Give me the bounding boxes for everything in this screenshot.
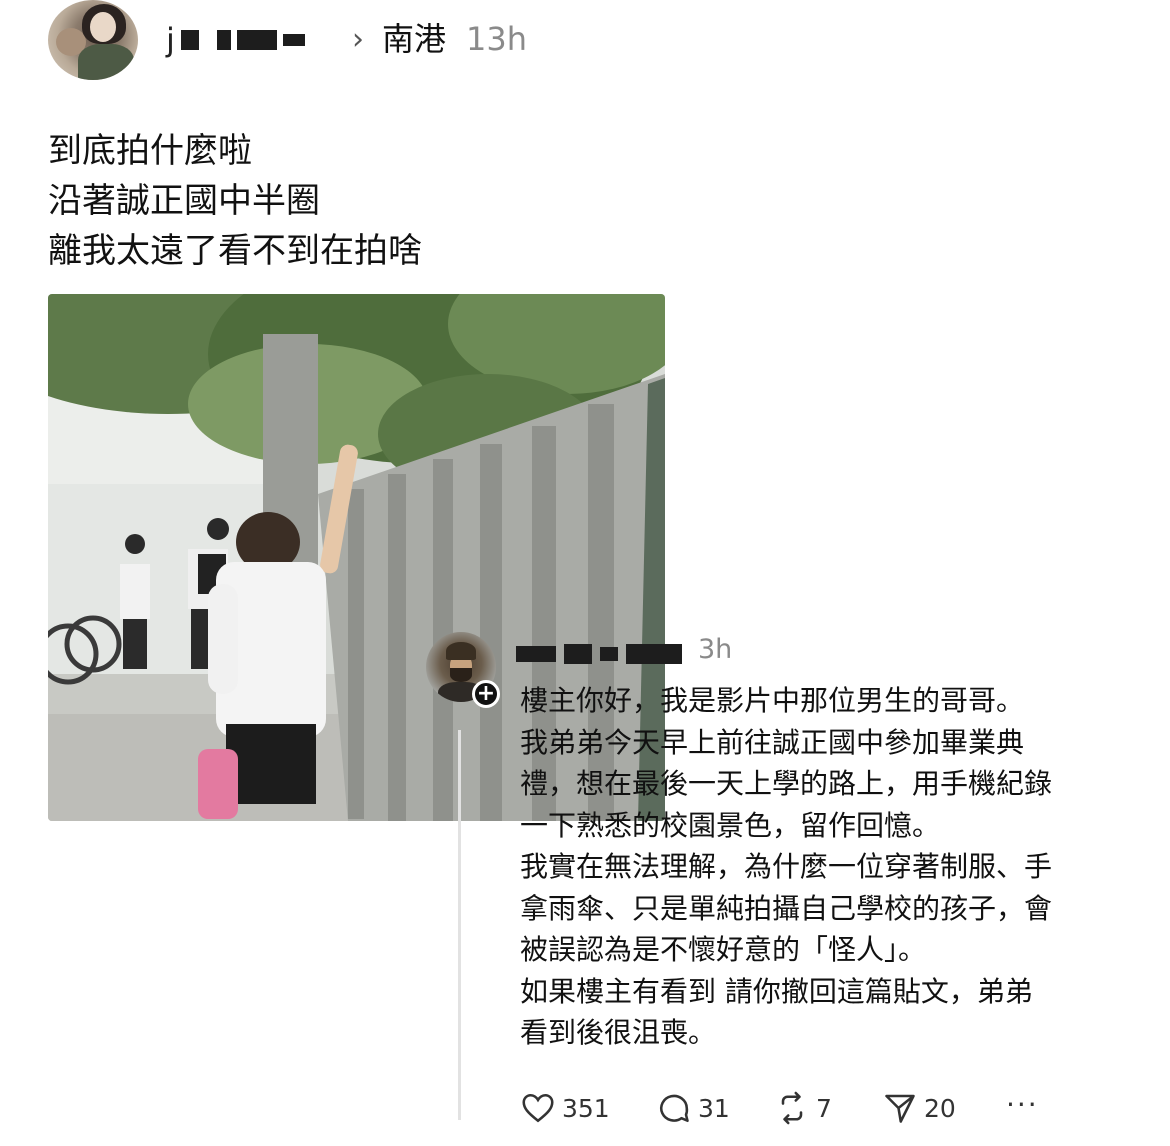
more-options-icon[interactable]: ··· [1006, 1088, 1039, 1122]
username-visible-initial: j [166, 21, 175, 59]
comment-bubble-icon [660, 1094, 689, 1123]
post-line: 到底拍什麼啦 [48, 131, 252, 171]
username-redaction [600, 647, 618, 661]
username-redaction [216, 30, 231, 50]
username-redaction [564, 644, 592, 664]
repost-count: 7 [816, 1093, 832, 1123]
like-button[interactable]: 351 [520, 1088, 610, 1128]
thread-connector-line [458, 730, 461, 1120]
share-button[interactable]: 20 [882, 1088, 956, 1128]
username-redaction [236, 30, 277, 50]
reply-timestamp: 3h [698, 634, 733, 665]
author-username[interactable]: j [166, 21, 305, 59]
reply-body: 樓主你好，我是影片中那位男生的哥哥。 我弟弟今天早上前往誠正國中參加畢業典 禮，… [520, 684, 1053, 1049]
heart-icon [522, 1093, 554, 1123]
username-redaction [282, 34, 305, 46]
username-redaction [180, 30, 199, 50]
comment-count: 31 [698, 1093, 730, 1123]
share-count: 20 [924, 1093, 956, 1123]
post-body: 到底拍什麼啦 沿著誠正國中半圈 離我太遠了看不到在拍啥 [48, 126, 422, 276]
post-location[interactable]: 南港 [382, 20, 446, 58]
username-redaction [626, 644, 682, 664]
follow-plus-icon[interactable]: + [472, 680, 500, 708]
post-timestamp: 13h [466, 20, 527, 58]
repost-icon [781, 1091, 803, 1125]
repost-button[interactable]: 7 [774, 1088, 832, 1128]
chevron-right-icon: › [352, 22, 364, 57]
like-count: 351 [562, 1093, 610, 1123]
post-line: 沿著誠正國中半圈 [48, 181, 320, 221]
username-redaction [516, 646, 556, 662]
send-icon [885, 1094, 915, 1123]
comment-button[interactable]: 31 [656, 1088, 730, 1128]
reply-author-username[interactable] [516, 642, 682, 666]
post-line: 離我太遠了看不到在拍啥 [48, 231, 422, 271]
reply-action-bar: 351 31 7 20 ··· [520, 1088, 1060, 1128]
author-avatar[interactable] [48, 0, 138, 80]
